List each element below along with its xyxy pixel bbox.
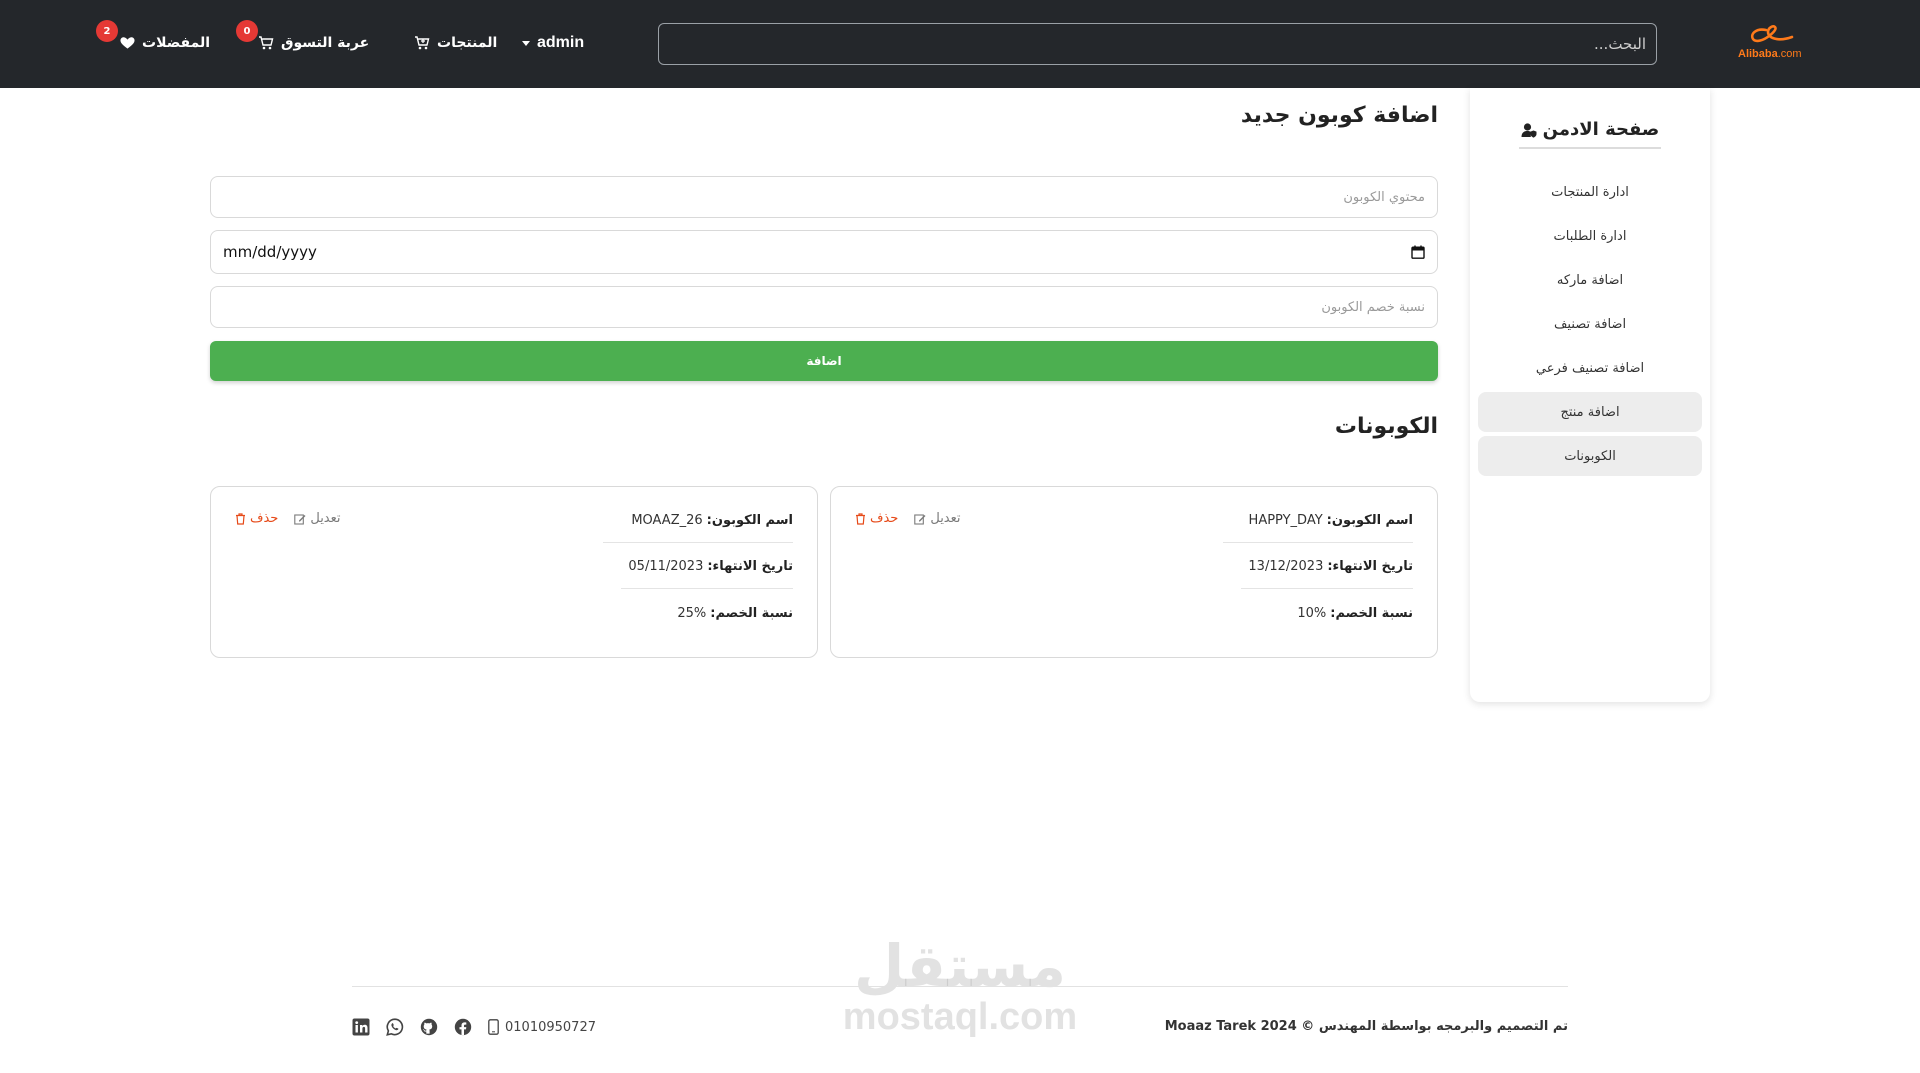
coupon-discount-row: نسبة الخصم: 25%	[633, 591, 793, 635]
coupon-name-value: HAPPY_DAY	[1248, 513, 1323, 528]
footer-phone: 01010950727	[488, 1019, 596, 1035]
coupon-expiry-row: تاريخ الانتهاء: 05/11/2023	[621, 545, 793, 589]
whatsapp-icon[interactable]	[386, 1018, 404, 1036]
alibaba-logo-icon	[1750, 25, 1794, 43]
trash-icon	[236, 512, 245, 525]
page-title: اضافة كوبون جديد	[1240, 103, 1438, 128]
coupon-name-row: اسم الكوبون: HAPPY_DAY	[1223, 499, 1413, 543]
coupon-card: اسم الكوبون: MOAAZ_26 تاريخ الانتهاء: 05…	[210, 486, 818, 658]
add-coupon-button[interactable]: اضافة	[210, 341, 1438, 381]
coupon-discount-key: نسبة الخصم:	[1330, 605, 1413, 621]
cart-count-badge: 0	[236, 20, 258, 42]
coupon-name-row: اسم الكوبون: MOAAZ_26	[603, 499, 793, 543]
sidebar-title: صفحة الادمن	[1519, 112, 1661, 149]
admin-sidebar: صفحة الادمن ادارة المنتجات ادارة الطلبات…	[1470, 88, 1710, 702]
github-icon[interactable]	[420, 1018, 438, 1036]
sidebar-item-add-product[interactable]: اضافة منتج	[1478, 392, 1702, 432]
footer-credit: تم التصميم والبرمجه بواسطة المهندس © Moa…	[1164, 1019, 1568, 1034]
discount-input[interactable]	[210, 286, 1438, 328]
coupon-expiry-value: 05/11/2023	[628, 559, 704, 574]
footer-phone-number: 01010950727	[505, 1019, 596, 1035]
nav-favorites[interactable]: 2 المفضلات	[96, 20, 211, 58]
sidebar-item-add-category[interactable]: اضافة تصنيف	[1478, 304, 1702, 344]
nav-favorites-label: المفضلات	[142, 35, 211, 51]
coupon-expiry-row: تاريخ الانتهاء: 13/12/2023	[1241, 545, 1413, 589]
date-placeholder: mm/dd/yyyy	[223, 243, 317, 261]
admin-dropdown[interactable]: admin	[522, 28, 584, 58]
expiry-date-input[interactable]: mm/dd/yyyy	[210, 230, 1438, 274]
delete-coupon-button[interactable]: حذف	[235, 511, 278, 526]
coupon-actions: حذف تعديل	[855, 511, 961, 526]
sidebar-item-manage-products[interactable]: ادارة المنتجات	[1478, 172, 1702, 212]
coupon-actions: حذف تعديل	[235, 511, 341, 526]
chevron-down-icon	[522, 40, 530, 46]
footer-divider	[352, 986, 1568, 987]
mobile-phone-icon	[488, 1019, 499, 1035]
nav-products-label: المنتجات	[437, 35, 498, 51]
coupon-name-value: MOAAZ_26	[631, 513, 703, 528]
delete-coupon-button[interactable]: حذف	[855, 511, 898, 526]
sidebar-item-add-brand[interactable]: اضافة ماركه	[1478, 260, 1702, 300]
user-shield-icon	[1521, 122, 1537, 138]
edit-coupon-button[interactable]: تعديل	[294, 511, 341, 526]
trash-icon	[856, 512, 865, 525]
coupon-expiry-key: تاريخ الانتهاء:	[1327, 559, 1413, 574]
cart-icon	[259, 36, 274, 50]
alibaba-logo[interactable]: Alibaba.com	[1738, 24, 1818, 64]
edit-coupon-button[interactable]: تعديل	[914, 511, 961, 526]
watermark-latin: mostaql.com	[842, 996, 1078, 1038]
delete-label: حذف	[870, 511, 899, 526]
calendar-icon[interactable]	[1411, 245, 1425, 259]
sidebar-title-label: صفحة الادمن	[1542, 119, 1660, 140]
nav-cart-label: عربة التسوق	[281, 35, 370, 51]
heart-icon	[120, 37, 135, 49]
sidebar-item-coupons[interactable]: الكوبونات	[1478, 436, 1702, 476]
edit-label: تعديل	[310, 511, 341, 526]
favorites-count-badge: 2	[96, 20, 118, 42]
coupon-discount-key: نسبة الخصم:	[710, 605, 793, 621]
coupon-name-input[interactable]	[210, 176, 1438, 218]
admin-label: admin	[537, 34, 585, 51]
logo-wordmark: Alibaba.com	[1738, 48, 1802, 60]
edit-icon	[294, 513, 306, 525]
linkedin-icon[interactable]	[352, 1018, 370, 1036]
sidebar-item-add-subcategory[interactable]: اضافة تصنيف فرعي	[1478, 348, 1702, 388]
top-navbar: Alibaba.com admin المنتجات 0 عربة التسوق…	[0, 0, 1920, 88]
search-input[interactable]	[658, 23, 1657, 65]
footer-social-links: 01010950727	[352, 1018, 596, 1036]
nav-cart[interactable]: 0 عربة التسوق	[236, 20, 370, 58]
cart-plus-icon	[415, 36, 430, 50]
edit-icon	[914, 513, 926, 525]
coupon-discount-row: نسبة الخصم: 10%	[1253, 591, 1413, 635]
coupon-discount-value: 10%	[1297, 605, 1327, 621]
coupons-section-title: الكوبونات	[1334, 414, 1438, 439]
coupon-expiry-value: 13/12/2023	[1248, 559, 1324, 574]
facebook-icon[interactable]	[454, 1018, 472, 1036]
delete-label: حذف	[250, 511, 279, 526]
watermark-arabic: مستقل	[853, 932, 1067, 1000]
coupon-discount-value: 25%	[677, 605, 707, 621]
nav-products[interactable]: المنتجات	[414, 28, 497, 58]
coupon-card: اسم الكوبون: HAPPY_DAY تاريخ الانتهاء: 1…	[830, 486, 1438, 658]
coupon-expiry-key: تاريخ الانتهاء:	[707, 559, 793, 574]
sidebar-item-manage-orders[interactable]: ادارة الطلبات	[1478, 216, 1702, 256]
coupon-name-key: اسم الكوبون:	[706, 513, 793, 528]
edit-label: تعديل	[930, 511, 961, 526]
coupon-name-key: اسم الكوبون:	[1326, 513, 1413, 528]
